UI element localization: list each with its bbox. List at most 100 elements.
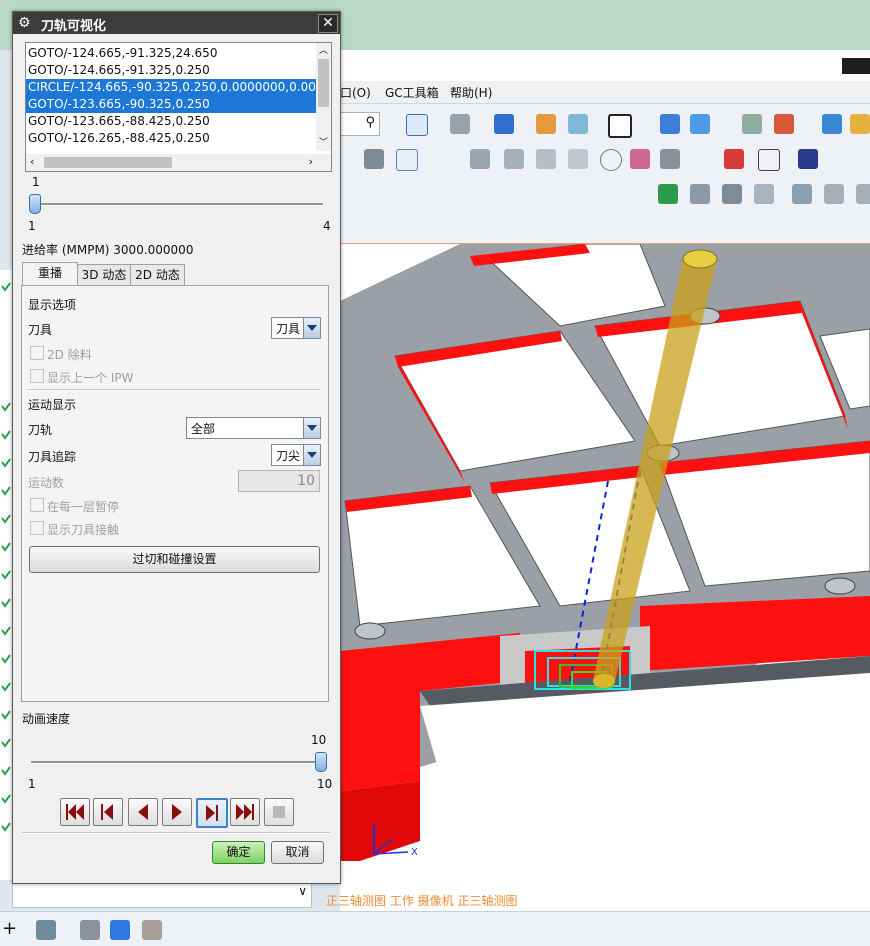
palette-icon[interactable] — [850, 114, 870, 134]
tool-trace-select[interactable]: 刀尖 — [271, 444, 321, 466]
tool-c-icon[interactable] — [536, 149, 556, 169]
motion-count-value: 10 — [297, 473, 315, 489]
step-slider-min: 1 — [28, 219, 36, 233]
rewind-to-start-button[interactable] — [60, 798, 90, 826]
pause-each-layer-checkbox[interactable] — [30, 498, 44, 512]
ok-button[interactable]: 确定 — [212, 841, 265, 864]
tool-d-icon[interactable] — [568, 149, 588, 169]
tool-a-icon[interactable] — [470, 149, 490, 169]
doc-icon[interactable] — [396, 149, 418, 171]
animation-speed-value: 10 — [311, 733, 327, 747]
snap-icon[interactable] — [690, 114, 710, 134]
tool-b-icon[interactable] — [504, 149, 524, 169]
close-button[interactable]: ✕ — [318, 14, 338, 33]
menu-gc-toolbox[interactable]: GC工具箱 — [385, 84, 439, 101]
window-control[interactable] — [842, 58, 870, 74]
display-options-header: 显示选项 — [28, 298, 77, 312]
magnifier-icon: ⚲ — [365, 115, 375, 130]
step-forward-icon — [206, 805, 218, 821]
scroll-up-icon[interactable]: ︿ — [319, 43, 328, 56]
create-tool-icon[interactable] — [80, 920, 100, 940]
arrow-blue-icon[interactable] — [798, 149, 818, 169]
fast-forward-end-icon — [236, 804, 254, 820]
stop-button[interactable] — [264, 798, 294, 826]
tab-replay[interactable]: 重播 — [22, 262, 78, 286]
graphics-viewport[interactable]: X — [340, 243, 870, 912]
box-a-icon[interactable] — [824, 184, 844, 204]
app-title-bar — [330, 50, 870, 82]
play-reverse-button[interactable] — [128, 798, 158, 826]
menu-help[interactable]: 帮助(H) — [450, 84, 492, 101]
scroll-down-icon[interactable]: ﹀ — [319, 135, 328, 148]
path-display-label: 刀轨 — [28, 423, 53, 437]
animation-speed-thumb[interactable] — [315, 752, 327, 772]
list-item[interactable]: GOTO/-124.665,-91.325,24.650 — [26, 45, 318, 62]
play-button[interactable] — [162, 798, 192, 826]
wrench-icon[interactable] — [822, 114, 842, 134]
sim-icon[interactable] — [660, 149, 680, 169]
verify-icon[interactable] — [658, 184, 678, 204]
cancel-button[interactable]: 取消 — [271, 841, 324, 864]
stack-icon[interactable] — [742, 114, 762, 134]
menu-window[interactable]: 口(O) — [340, 84, 371, 101]
show-prev-ipw-checkbox[interactable] — [30, 369, 44, 383]
scroll-left-icon[interactable]: ‹ — [30, 155, 34, 168]
cube-view-icon[interactable] — [494, 114, 514, 134]
tab-2d-dynamic[interactable]: 2D 动态 — [130, 264, 185, 286]
step-back-button[interactable] — [93, 798, 123, 826]
curve-icon[interactable] — [630, 149, 650, 169]
layer-icon[interactable] — [536, 114, 556, 134]
motion-count-field[interactable]: 10 — [238, 470, 320, 492]
list-item[interactable]: GOTO/-126.265,-88.425,0.250 — [26, 130, 318, 147]
fit-view-icon[interactable] — [406, 114, 428, 136]
step-forward-button[interactable] — [196, 798, 228, 828]
clip-icon[interactable] — [568, 114, 588, 134]
step-slider-track[interactable] — [35, 203, 323, 206]
list-horizontal-scrollbar[interactable]: ‹ › — [26, 154, 331, 171]
step-slider-thumb[interactable] — [29, 194, 41, 214]
menu-bar: 口(O) GC工具箱 帮助(H) — [330, 81, 870, 104]
list-item[interactable]: GOTO/-123.665,-88.425,0.250 — [26, 113, 318, 130]
orient-icon[interactable] — [660, 114, 680, 134]
path-display-value: 全部 — [191, 422, 216, 436]
target-icon[interactable] — [600, 149, 622, 171]
show-tool-contact-checkbox[interactable] — [30, 521, 44, 535]
shop-doc-icon[interactable] — [722, 184, 742, 204]
fast-forward-end-button[interactable] — [230, 798, 260, 826]
csys-icon[interactable] — [774, 114, 794, 134]
animation-speed-track[interactable] — [31, 761, 321, 764]
plus-icon[interactable]: + — [2, 918, 17, 939]
scroll-thumb[interactable] — [44, 157, 172, 168]
stop-icon — [273, 806, 285, 818]
scroll-thumb[interactable] — [318, 59, 329, 107]
list-item-selected[interactable]: CIRCLE/-124.665,-90.325,0.250,0.0000000,… — [26, 79, 318, 96]
arrow-white-icon[interactable] — [758, 149, 780, 171]
gear-icon[interactable]: ⚙ — [18, 15, 34, 31]
path-display-select[interactable]: 全部 — [186, 417, 321, 439]
create-method-icon[interactable] — [142, 920, 162, 940]
list-vertical-scrollbar[interactable]: ︿ ﹀ — [316, 43, 331, 151]
frame-icon[interactable] — [608, 114, 632, 138]
box-b-icon[interactable] — [856, 184, 870, 204]
toolpath-list[interactable]: GOTO/-124.665,-91.325,24.650 GOTO/-124.6… — [25, 42, 332, 172]
search-field[interactable]: ⚲ — [338, 112, 380, 136]
motion-display-header: 运动显示 — [28, 398, 77, 412]
scroll-right-icon[interactable]: › — [309, 155, 313, 168]
toolbar-row-1: ⚲ — [330, 104, 870, 143]
create-op-icon[interactable] — [36, 920, 56, 940]
play-flag-icon[interactable] — [724, 149, 744, 169]
navigator-combo[interactable]: ∨ — [12, 880, 312, 908]
tab-3d-dynamic[interactable]: 3D 动态 — [77, 264, 131, 286]
remove-2d-checkbox[interactable] — [30, 346, 44, 360]
create-geom-icon[interactable] — [110, 920, 130, 940]
shade-mode-icon[interactable] — [450, 114, 470, 134]
gouge-check-settings-button[interactable]: 过切和碰撞设置 — [29, 546, 320, 573]
tool-display-select[interactable]: 刀具 — [271, 317, 321, 339]
list-item-selected[interactable]: GOTO/-123.665,-90.325,0.250 — [26, 96, 318, 113]
post-icon[interactable] — [690, 184, 710, 204]
op-icon[interactable] — [364, 149, 384, 169]
flag-icon[interactable] — [792, 184, 812, 204]
motion-count-label: 运动数 — [28, 476, 65, 490]
list-icon[interactable] — [754, 184, 774, 204]
list-item[interactable]: GOTO/-124.665,-91.325,0.250 — [26, 62, 318, 79]
